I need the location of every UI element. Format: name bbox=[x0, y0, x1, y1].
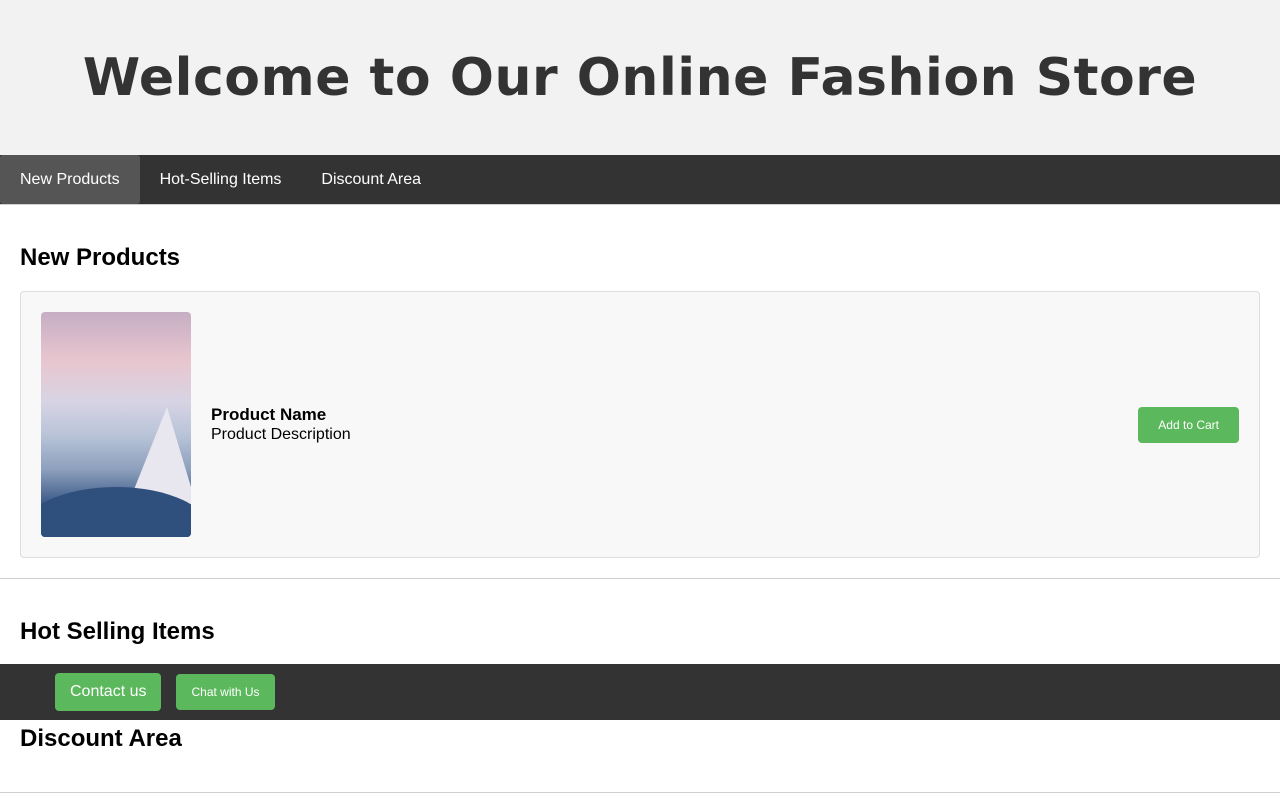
nav-item-discount-area[interactable]: Discount Area bbox=[301, 155, 441, 204]
product-card: Product Name Product Description Add to … bbox=[20, 291, 1260, 558]
contact-us-button[interactable]: Contact us bbox=[55, 673, 162, 711]
chat-with-us-button[interactable]: Chat with Us bbox=[176, 674, 275, 710]
product-description: Product Description bbox=[211, 425, 351, 443]
nav-item-hot-selling[interactable]: Hot-Selling Items bbox=[140, 155, 302, 204]
section-title-hot-selling: Hot Selling Items bbox=[20, 618, 215, 645]
site-header: Welcome to Our Online Fashion Store bbox=[0, 0, 1280, 155]
page-title: Welcome to Our Online Fashion Store bbox=[82, 47, 1198, 108]
snow-slope-shape bbox=[41, 487, 191, 537]
product-info: Product Name Product Description bbox=[211, 405, 1138, 445]
section-title-discount: Discount Area bbox=[20, 725, 182, 752]
product-name: Product Name bbox=[211, 404, 327, 424]
nav-item-new-products[interactable]: New Products bbox=[0, 155, 140, 204]
section-title-new-products: New Products bbox=[20, 244, 181, 271]
fixed-contact-bar: Contact us Chat with Us bbox=[0, 664, 1280, 720]
main-nav: New Products Hot-Selling Items Discount … bbox=[0, 155, 1280, 205]
product-image bbox=[41, 312, 191, 537]
add-to-cart-button[interactable]: Add to Cart bbox=[1138, 406, 1239, 443]
new-products-section: New Products Product Name Product Descri… bbox=[0, 205, 1280, 579]
